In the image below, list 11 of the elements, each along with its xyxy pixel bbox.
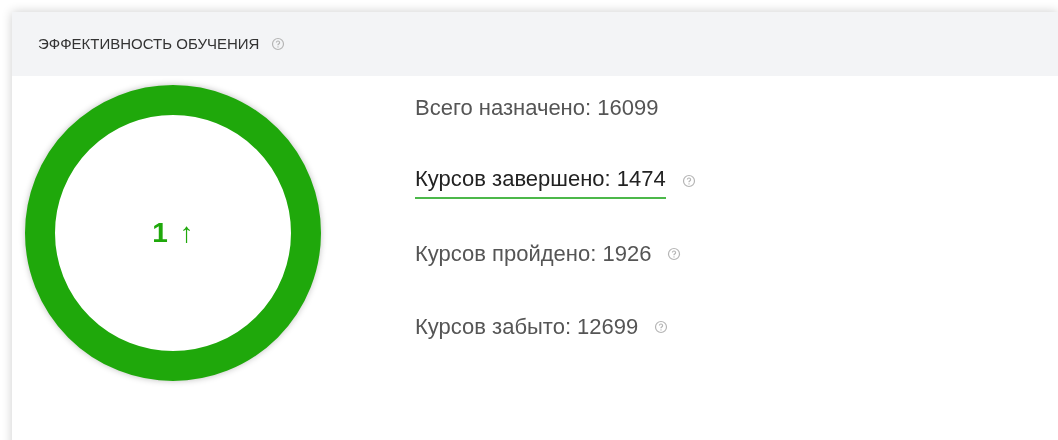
stat-link[interactable]: Курсов пройдено: 1926	[415, 237, 652, 270]
stat-link[interactable]: Всего назначено: 16099	[415, 91, 659, 124]
help-icon[interactable]	[654, 319, 669, 334]
stat-link[interactable]: Курсов забыто: 12699	[415, 310, 639, 343]
stat-link[interactable]: Курсов завершено: 1474	[415, 162, 666, 199]
help-icon[interactable]	[681, 173, 696, 188]
help-icon[interactable]	[271, 37, 286, 51]
card-title: ЭФФЕКТИВНОСТЬ ОБУЧЕНИЯ	[38, 33, 260, 54]
help-icon[interactable]	[667, 246, 682, 261]
ring-value: 1	[152, 216, 168, 250]
arrow-up-icon: ↑	[179, 212, 194, 254]
